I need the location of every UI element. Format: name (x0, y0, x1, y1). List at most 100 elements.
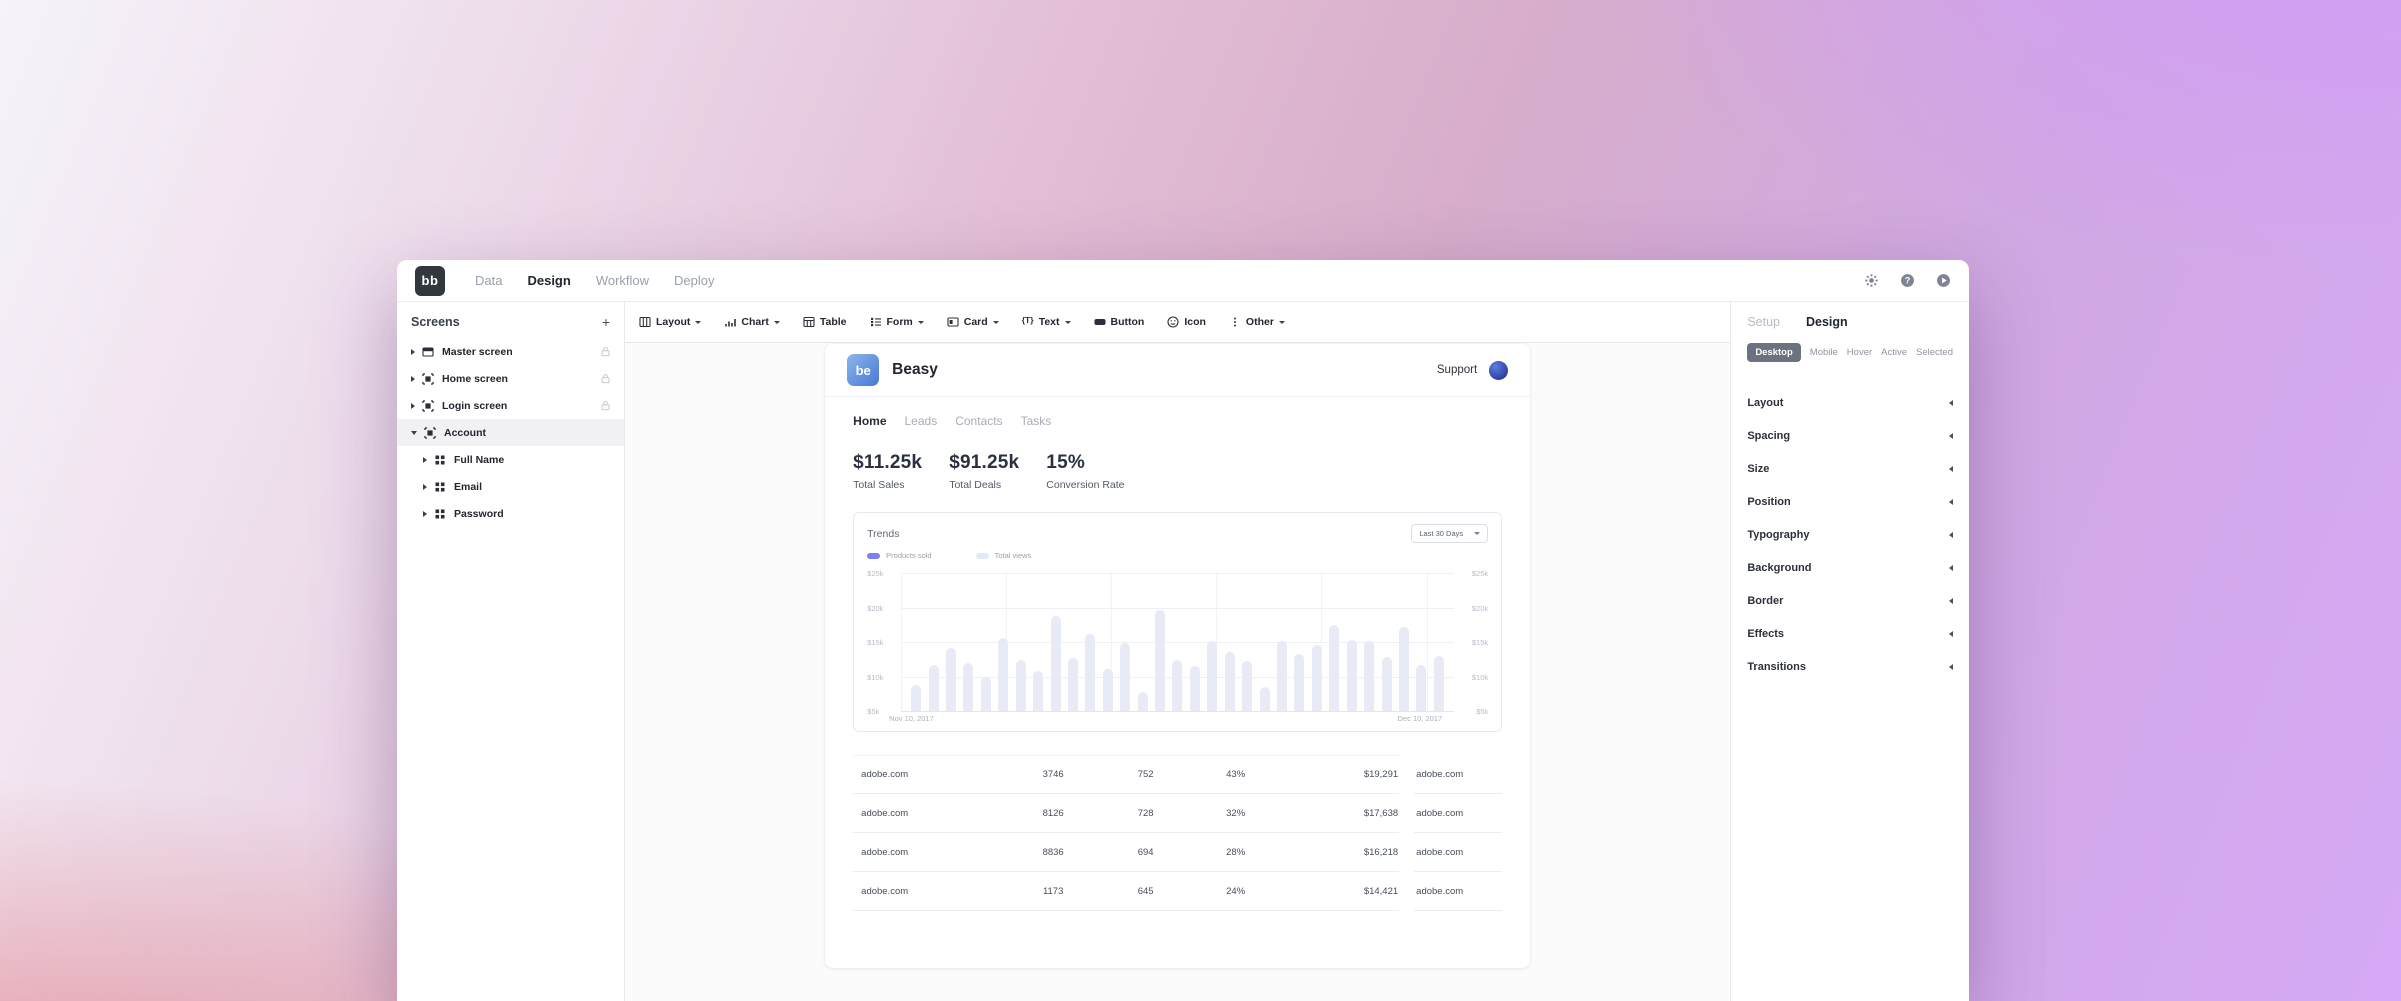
trends-chart-card[interactable]: Trends Last 30 Days Products soldTotal v… (853, 512, 1502, 732)
caret-right-icon[interactable] (411, 376, 415, 382)
x-end-label: Dec 10, 2017 (1398, 714, 1443, 723)
toolbar-item-other[interactable]: Other (1229, 316, 1285, 328)
bar (1364, 641, 1374, 711)
bar (1016, 660, 1026, 711)
screen-item-home-screen[interactable]: Home screen (397, 365, 624, 392)
state-selected[interactable]: Selected (1916, 347, 1953, 358)
state-active[interactable]: Active (1881, 347, 1907, 358)
legend-swatch (867, 553, 880, 559)
style-section-background[interactable]: Background (1747, 551, 1953, 584)
user-avatar[interactable] (1489, 361, 1508, 380)
toolbar-item-card[interactable]: Card (947, 316, 999, 328)
app-title: Beasy (892, 361, 938, 379)
style-sections: LayoutSpacingSize Position Typography Backg… (1747, 386, 1953, 683)
style-section-transitions[interactable]: Transitions (1747, 650, 1953, 683)
style-section-layout[interactable]: Layout (1747, 386, 1953, 419)
table-cell: adobe.com (853, 769, 1003, 780)
settings-icon[interactable] (1864, 273, 1879, 288)
toolbar-item-button[interactable]: Button (1094, 316, 1145, 328)
toolbar-item-icon[interactable]: Icon (1167, 316, 1206, 328)
toolbar-item-table[interactable]: Table (803, 316, 847, 328)
stat-card-conversion-rate[interactable]: 15%Conversion Rate (1046, 452, 1124, 491)
toolbar-item-text[interactable]: {T}Text (1022, 316, 1071, 328)
bar (1138, 692, 1148, 711)
chevron-left-icon (1949, 400, 1953, 406)
caret-right-icon[interactable] (411, 349, 415, 355)
stats-row: $11.25kTotal Sales $91.25kTotal Deals 15%C… (853, 452, 1502, 491)
budibase-logo[interactable]: bb (415, 266, 445, 296)
table-row-main: adobe.com374675243%$19,291 (853, 755, 1399, 794)
toolbar-item-form[interactable]: Form (870, 316, 924, 328)
chevron-down-icon (695, 321, 701, 324)
app-preview[interactable]: be Beasy Support HomeLeadsContactsTasks … (825, 344, 1530, 968)
bar (1155, 610, 1165, 711)
screen-item-full-name[interactable]: Full Name (397, 446, 624, 473)
style-section-label: Typography (1747, 529, 1809, 541)
table-row-main: adobe.com117364524%$14,421 (853, 872, 1399, 911)
screen-item-email[interactable]: Email (397, 473, 624, 500)
nav-item-workflow[interactable]: Workflow (596, 273, 649, 288)
grid-icon (434, 508, 446, 520)
nav-item-deploy[interactable]: Deploy (674, 273, 714, 288)
chevron-left-icon (1949, 598, 1953, 604)
stat-card-total-sales[interactable]: $11.25kTotal Sales (853, 452, 922, 491)
style-section-effects[interactable]: Effects (1747, 617, 1953, 650)
screen-item-account[interactable]: Account (397, 419, 624, 446)
toolbar-item-chart[interactable]: Chart (724, 316, 779, 328)
toolbar-item-layout[interactable]: Layout (639, 316, 701, 328)
table-row[interactable]: adobe.com374675243%$19,291adobe.com (853, 755, 1502, 794)
style-section-label: Position (1747, 496, 1790, 508)
toolbar-item-label: Form (887, 316, 913, 328)
bar (1277, 641, 1287, 711)
preview-play-icon[interactable] (1936, 273, 1951, 288)
table-side-cell: adobe.com (1414, 833, 1502, 872)
stat-card-total-deals[interactable]: $91.25kTotal Deals (949, 452, 1019, 491)
style-section-position[interactable]: Position (1747, 485, 1953, 518)
style-section-typography[interactable]: Typography (1747, 518, 1953, 551)
beasy-logo: be (847, 354, 879, 386)
text-icon: {T} (1022, 316, 1034, 328)
caret-down-icon[interactable] (411, 431, 417, 435)
app-header[interactable]: be Beasy Support (825, 344, 1530, 397)
bar (1294, 654, 1304, 711)
bar (963, 663, 973, 711)
table-cell: 43% (1188, 769, 1283, 780)
style-section-size[interactable]: Size (1747, 452, 1953, 485)
caret-right-icon[interactable] (411, 403, 415, 409)
style-section-spacing[interactable]: Spacing (1747, 419, 1953, 452)
table-cell: 32% (1188, 808, 1283, 819)
screen-item-password[interactable]: Password (397, 500, 624, 527)
support-link[interactable]: Support (1437, 364, 1477, 376)
screen-item-label: Password (454, 508, 504, 520)
caret-right-icon[interactable] (423, 484, 427, 490)
app-tab-contacts[interactable]: Contacts (955, 414, 1002, 428)
nav-item-design[interactable]: Design (527, 273, 570, 288)
caret-right-icon[interactable] (423, 511, 427, 517)
date-range-select[interactable]: Last 30 Days (1411, 524, 1488, 543)
table-cell: 1173 (1003, 886, 1103, 897)
bar (1068, 658, 1078, 711)
caret-right-icon[interactable] (423, 457, 427, 463)
style-section-border[interactable]: Border (1747, 584, 1953, 617)
table-row[interactable]: adobe.com812672832%$17,638adobe.com (853, 794, 1502, 833)
app-tab-tasks[interactable]: Tasks (1021, 414, 1052, 428)
table-cell: $17,638 (1283, 808, 1398, 819)
bar (1225, 652, 1235, 711)
state-desktop[interactable]: Desktop (1747, 343, 1800, 362)
screen-item-master-screen[interactable]: Master screen (397, 338, 624, 365)
smiley-icon (1167, 316, 1179, 328)
help-icon[interactable]: ? (1900, 273, 1915, 288)
panel-tab-setup[interactable]: Setup (1747, 315, 1780, 329)
panel-tab-design[interactable]: Design (1806, 315, 1848, 329)
add-screen-button[interactable]: + (602, 315, 610, 329)
app-tab-leads[interactable]: Leads (905, 414, 938, 428)
table-row[interactable]: adobe.com883669428%$16,218adobe.com (853, 833, 1502, 872)
topbar-actions: ? (1864, 273, 1951, 288)
app-tab-home[interactable]: Home (853, 414, 886, 428)
state-mobile[interactable]: Mobile (1810, 347, 1838, 358)
state-hover[interactable]: Hover (1847, 347, 1872, 358)
table-side-cell: adobe.com (1414, 794, 1502, 833)
screen-item-login-screen[interactable]: Login screen (397, 392, 624, 419)
table-row[interactable]: adobe.com117364524%$14,421adobe.com (853, 872, 1502, 911)
nav-item-data[interactable]: Data (475, 273, 502, 288)
